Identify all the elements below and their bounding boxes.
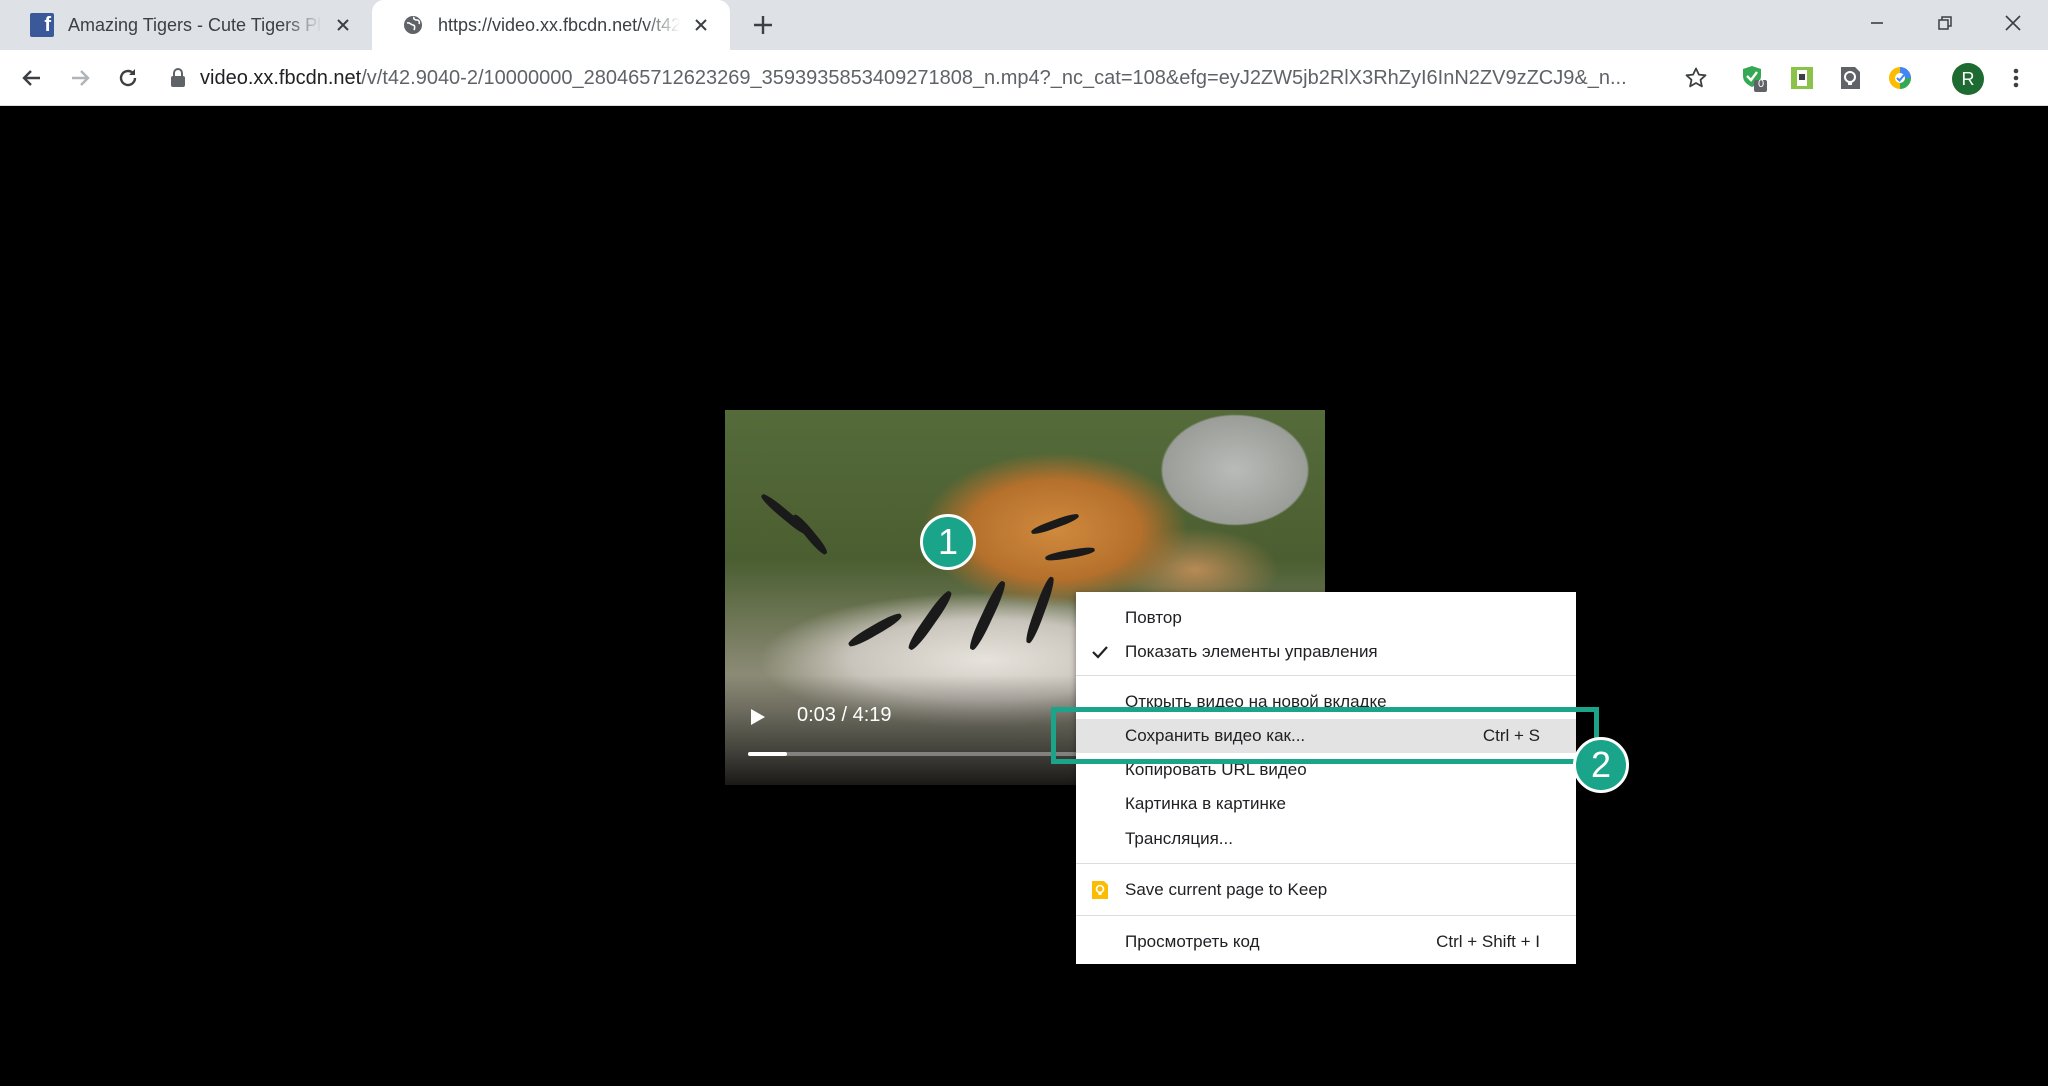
color-wheel-extension-icon[interactable] <box>1886 64 1914 92</box>
reload-button[interactable] <box>112 62 144 94</box>
url-text: video.xx.fbcdn.net/v/t42.9040-2/10000000… <box>200 67 1680 90</box>
lock-icon <box>170 68 186 88</box>
menu-item-label: Повтор <box>1125 608 1182 627</box>
bookmark-star-icon[interactable] <box>1680 62 1712 94</box>
tab-title: https://video.xx.fbcdn.net/v/t42.9 <box>438 14 680 35</box>
checkmark-icon <box>1090 642 1110 662</box>
tiger-stripe <box>1030 511 1080 537</box>
tiger-stripe <box>790 512 830 557</box>
tiger-stripe <box>1023 575 1057 645</box>
restore-button[interactable] <box>1912 0 1978 46</box>
highlight-frame <box>1051 707 1599 764</box>
menu-item-shortcut: Ctrl + Shift + I <box>1436 932 1540 951</box>
menu-separator <box>1076 675 1576 676</box>
profile-avatar[interactable]: R <box>1952 63 1984 95</box>
kebab-menu-icon[interactable] <box>2000 62 2032 94</box>
tab-facebook[interactable]: f Amazing Tigers - Cute Tigers Play <box>0 0 372 50</box>
menu-item-label: Save current page to Keep <box>1125 880 1328 899</box>
shield-badge-icon[interactable]: 0 <box>1740 64 1768 92</box>
address-bar[interactable]: video.xx.fbcdn.net/v/t42.9040-2/10000000… <box>170 57 1689 99</box>
menu-item-save-to-keep[interactable]: Save current page to Keep <box>1076 873 1576 907</box>
menu-item-show-controls[interactable]: Показать элементы управления <box>1076 635 1576 669</box>
menu-item-loop[interactable]: Повтор <box>1076 601 1576 635</box>
tiger-stripe <box>846 610 904 650</box>
tab-strip: f Amazing Tigers - Cute Tigers Play http… <box>0 0 2048 50</box>
step-badge-2: 2 <box>1573 737 1629 793</box>
globe-icon <box>402 14 424 36</box>
tiger-stripe <box>1044 545 1096 563</box>
menu-item-cast[interactable]: Трансляция... <box>1076 822 1576 856</box>
extension-badge: 0 <box>1758 78 1765 90</box>
video-progress-fill <box>748 752 788 756</box>
new-tab-button[interactable] <box>748 10 778 40</box>
close-window-button[interactable] <box>1980 0 2046 46</box>
menu-item-label: Трансляция... <box>1125 829 1233 848</box>
menu-item-label: Просмотреть код <box>1125 932 1260 951</box>
keep-bulb-icon <box>1090 880 1110 900</box>
play-icon[interactable] <box>745 705 769 729</box>
close-icon[interactable] <box>332 14 354 36</box>
url-path: /v/t42.9040-2/10000000_280465712623269_3… <box>361 66 1627 89</box>
menu-item-label: Показать элементы управления <box>1125 642 1378 661</box>
menu-item-inspect[interactable]: Просмотреть код Ctrl + Shift + I <box>1076 925 1576 959</box>
tiger-stripe <box>966 579 1009 652</box>
browser-toolbar: video.xx.fbcdn.net/v/t42.9040-2/10000000… <box>0 50 2048 106</box>
minimize-button[interactable] <box>1844 0 1910 46</box>
menu-separator <box>1076 863 1576 864</box>
menu-item-picture-in-picture[interactable]: Картинка в картинке <box>1076 787 1576 821</box>
green-square-extension-icon[interactable] <box>1788 64 1816 92</box>
menu-separator <box>1076 915 1576 916</box>
tab-title: Amazing Tigers - Cute Tigers Play <box>68 14 322 35</box>
url-host: video.xx.fbcdn.net <box>200 66 362 89</box>
facebook-icon: f <box>30 13 54 37</box>
context-menu: Повтор Показать элементы управления Откр… <box>1076 592 1576 964</box>
tab-video[interactable]: https://video.xx.fbcdn.net/v/t42.9 <box>372 0 730 50</box>
video-time: 0:03 / 4:19 <box>797 704 892 726</box>
tiger-stripe <box>905 588 955 653</box>
close-icon[interactable] <box>690 14 712 36</box>
forward-button[interactable] <box>64 62 96 94</box>
keep-bulb-icon[interactable] <box>1836 64 1864 92</box>
back-button[interactable] <box>16 62 48 94</box>
step-badge-1: 1 <box>920 514 976 570</box>
menu-item-label: Картинка в картинке <box>1125 794 1286 813</box>
